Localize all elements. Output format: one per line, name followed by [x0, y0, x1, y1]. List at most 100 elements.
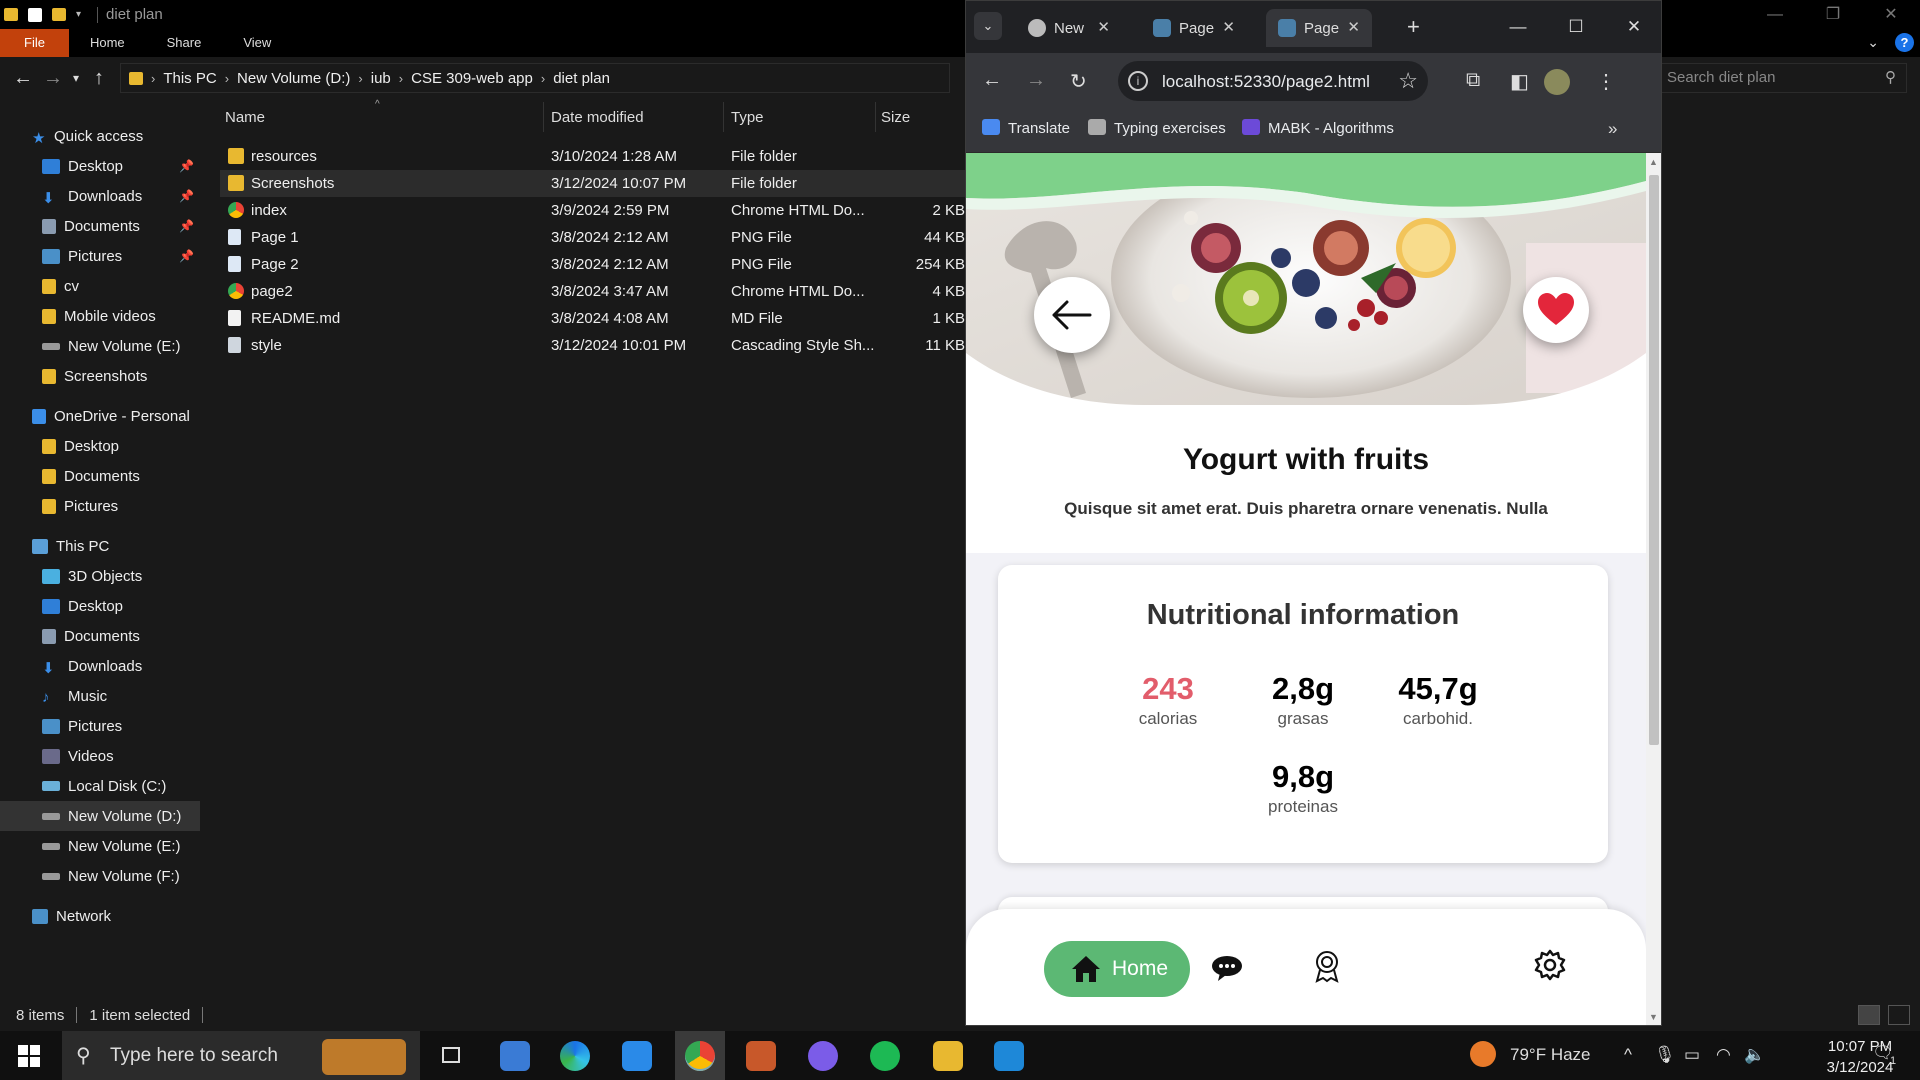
nav-item-od-pictures[interactable]: Pictures	[0, 491, 200, 521]
mail-icon[interactable]	[622, 1041, 652, 1071]
settings-gear-icon[interactable]	[1534, 949, 1566, 981]
nav-item-new-volume-e2[interactable]: New Volume (E:)	[0, 831, 200, 861]
chrome-icon[interactable]	[685, 1041, 715, 1071]
table-row[interactable]: style 3/12/2024 10:01 PM Cascading Style…	[220, 332, 965, 359]
discord-icon[interactable]	[808, 1041, 838, 1071]
search-input[interactable]: Search diet plan ⚲	[1654, 63, 1907, 93]
nav-home-button[interactable]: Home	[1044, 941, 1190, 997]
nav-item-music[interactable]: ♪ Music	[0, 681, 200, 711]
nav-item-pc-documents[interactable]: Documents	[0, 621, 200, 651]
up-arrow-icon[interactable]: ↑	[84, 67, 114, 90]
close-tab-icon[interactable]: ✕	[1222, 18, 1235, 36]
nav-item-pc-desktop[interactable]: Desktop	[0, 591, 200, 621]
minimize-button[interactable]: —	[1746, 0, 1804, 29]
close-tab-icon[interactable]: ✕	[1347, 18, 1360, 36]
reload-icon[interactable]: ↻	[1070, 69, 1087, 94]
tab-view[interactable]: View	[222, 29, 292, 57]
nav-item-mobile-videos[interactable]: Mobile videos	[0, 301, 200, 331]
nav-item-new-volume-d[interactable]: New Volume (D:)	[0, 801, 200, 831]
back-arrow-icon[interactable]: ←	[982, 69, 1002, 92]
taskbar-search-box[interactable]: ⚲ Type here to search	[62, 1031, 420, 1080]
url-text[interactable]: localhost:52330/page2.html	[1162, 72, 1370, 92]
nav-item-pc-downloads[interactable]: ⬇ Downloads	[0, 651, 200, 681]
site-info-icon[interactable]: i	[1128, 71, 1148, 91]
tab-search-chevron-icon[interactable]: ⌄	[974, 12, 1002, 40]
help-icon[interactable]: ?	[1895, 33, 1914, 52]
breadcrumb[interactable]: › This PC › New Volume (D:) › iub › CSE …	[120, 63, 950, 93]
nav-item-downloads[interactable]: ⬇ Downloads 📌	[0, 181, 200, 211]
maximize-button[interactable]: ☐	[1547, 1, 1605, 53]
page-scrollbar[interactable]: ▲ ▼	[1646, 153, 1661, 1025]
back-button[interactable]	[1034, 277, 1110, 353]
nav-item-videos[interactable]: Videos	[0, 741, 200, 771]
column-header-size[interactable]: Size	[881, 109, 910, 126]
restore-button[interactable]: ❐	[1804, 0, 1862, 29]
microphone-icon[interactable]: 🎙	[1654, 1045, 1676, 1065]
app-icon[interactable]	[746, 1041, 776, 1071]
nav-quick-access[interactable]: ★ Quick access	[0, 121, 200, 151]
edge-icon[interactable]	[560, 1041, 590, 1071]
weather-text[interactable]: 79°F Haze	[1510, 1045, 1591, 1065]
properties-icon[interactable]	[28, 7, 42, 22]
nav-item-desktop[interactable]: Desktop 📌	[0, 151, 200, 181]
bookmark-typing[interactable]: Typing exercises	[1088, 119, 1226, 137]
minimize-button[interactable]: —	[1489, 1, 1547, 53]
nav-item-new-volume-e[interactable]: New Volume (E:)	[0, 331, 200, 361]
file-explorer-icon[interactable]	[933, 1041, 963, 1071]
weather-icon[interactable]	[1470, 1041, 1496, 1067]
task-view-icon[interactable]	[436, 1041, 466, 1071]
nav-onedrive[interactable]: OneDrive - Personal	[0, 401, 200, 431]
customize-dropdown-icon[interactable]: ▾	[76, 9, 81, 20]
breadcrumb-item[interactable]: iub	[371, 70, 391, 87]
nav-item-screenshots[interactable]: Screenshots	[0, 361, 200, 391]
chat-icon[interactable]	[1210, 953, 1244, 983]
wifi-icon[interactable]: ◠	[1716, 1045, 1731, 1065]
breadcrumb-item[interactable]: New Volume (D:)	[237, 70, 350, 87]
nav-item-local-disk-c[interactable]: Local Disk (C:)	[0, 771, 200, 801]
spotify-icon[interactable]	[870, 1041, 900, 1071]
favorite-button[interactable]	[1523, 277, 1589, 343]
tab-file[interactable]: File	[0, 29, 69, 57]
nav-item-od-desktop[interactable]: Desktop	[0, 431, 200, 461]
nav-item-pc-pictures[interactable]: Pictures	[0, 711, 200, 741]
nav-item-documents[interactable]: Documents 📌	[0, 211, 200, 241]
large-icons-view-icon[interactable]	[1888, 1005, 1910, 1025]
table-row[interactable]: resources 3/10/2024 1:28 AM File folder	[220, 143, 965, 170]
vscode-icon[interactable]	[994, 1041, 1024, 1071]
browser-tab-active[interactable]: Page ✕	[1266, 9, 1372, 47]
breadcrumb-item[interactable]: CSE 309-web app	[411, 70, 533, 87]
new-folder-icon[interactable]	[52, 8, 66, 21]
breadcrumb-item[interactable]: diet plan	[553, 70, 610, 87]
battery-icon[interactable]: ▭	[1684, 1045, 1700, 1065]
more-menu-icon[interactable]: ⋮	[1596, 69, 1616, 94]
column-header-type[interactable]: Type	[731, 109, 764, 126]
column-header-date[interactable]: Date modified	[551, 109, 644, 126]
table-row[interactable]: Page 2 3/8/2024 2:12 AM PNG File 254 KB	[220, 251, 965, 278]
bookmark-translate[interactable]: Translate	[982, 119, 1070, 137]
back-arrow-icon[interactable]: ←	[8, 67, 38, 90]
remote-desktop-icon[interactable]	[500, 1041, 530, 1071]
scroll-up-icon[interactable]: ▲	[1649, 157, 1658, 167]
new-tab-button[interactable]: +	[1407, 14, 1420, 40]
show-hidden-icons-chevron-icon[interactable]: ^	[1624, 1045, 1632, 1065]
column-header-name[interactable]: Name	[225, 109, 265, 126]
recent-chevron-icon[interactable]: ▾	[68, 71, 84, 85]
forward-arrow-icon[interactable]: →	[38, 67, 68, 90]
nav-item-3d-objects[interactable]: 3D Objects	[0, 561, 200, 591]
side-panel-icon[interactable]: ◧	[1510, 69, 1529, 94]
more-bookmarks-chevron-icon[interactable]: »	[1608, 119, 1617, 139]
table-row[interactable]: README.md 3/8/2024 4:08 AM MD File 1 KB	[220, 305, 965, 332]
tab-share[interactable]: Share	[146, 29, 223, 57]
profile-avatar[interactable]	[1544, 69, 1570, 95]
close-button[interactable]: ✕	[1862, 0, 1920, 29]
table-row[interactable]: Page 1 3/8/2024 2:12 AM PNG File 44 KB	[220, 224, 965, 251]
nav-item-od-documents[interactable]: Documents	[0, 461, 200, 491]
award-icon[interactable]	[1312, 949, 1342, 983]
table-row[interactable]: index 3/9/2024 2:59 PM Chrome HTML Do...…	[220, 197, 965, 224]
forward-arrow-icon[interactable]: →	[1026, 69, 1046, 92]
scroll-down-icon[interactable]: ▼	[1649, 1012, 1658, 1022]
close-tab-icon[interactable]: ✕	[1097, 18, 1110, 36]
nav-item-cv[interactable]: cv	[0, 271, 200, 301]
table-row[interactable]: page2 3/8/2024 3:47 AM Chrome HTML Do...…	[220, 278, 965, 305]
bookmark-mabk[interactable]: MABK - Algorithms	[1242, 119, 1394, 137]
